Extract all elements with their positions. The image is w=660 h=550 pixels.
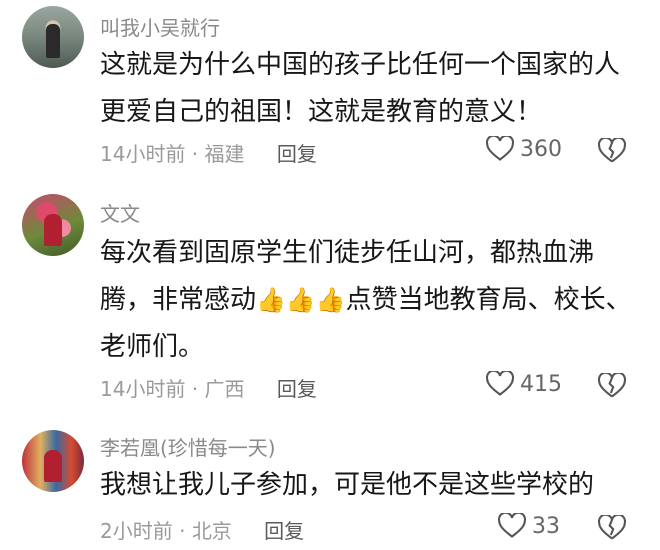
comment-meta: 14小时前 · 广西 回复 [100,373,317,402]
meta-separator: · [185,377,205,401]
like-count: 360 [520,136,562,162]
timestamp: 2小时前 [100,519,173,543]
dislike-button[interactable] [597,371,627,403]
location: 广西 [204,377,245,401]
username[interactable]: 李若凰(珍惜每一天) [100,432,276,461]
avatar[interactable] [22,430,84,492]
comment-text: 每次看到固原学生们徒步任山河，都热血沸腾，非常感动👍👍👍点赞当地教育局、校长、老… [100,230,640,371]
timestamp: 14小时前 [100,377,186,401]
heart-icon [498,513,526,538]
thumbs-up-emoji: 👍👍👍 [256,286,346,314]
comment-text: 这就是为什么中国的孩子比任何一个国家的人更爱自己的祖国！这就是教育的意义！ [100,50,621,127]
reply-button[interactable]: 回复 [277,142,317,166]
comment-meta: 2小时前 · 北京 回复 [100,515,304,544]
avatar[interactable] [22,6,84,68]
avatar-figure [44,214,62,246]
like-button[interactable]: 415 [486,371,562,397]
location: 北京 [191,519,232,543]
avatar-figure [46,24,60,58]
broken-heart-icon [597,371,627,398]
broken-heart-icon [597,136,627,163]
dislike-button[interactable] [597,136,627,168]
like-count: 33 [532,513,560,539]
reply-button[interactable]: 回复 [277,377,317,401]
comment-text: 我想让我儿子参加，可是他不是这些学校的 [100,470,595,500]
heart-icon [486,136,514,161]
username[interactable]: 叫我小吴就行 [100,12,220,41]
timestamp: 14小时前 [100,142,186,166]
location: 福建 [204,142,245,166]
avatar[interactable] [22,194,84,256]
broken-heart-icon [597,513,627,540]
username[interactable]: 文文 [100,198,140,227]
reply-button[interactable]: 回复 [264,519,304,543]
comment-meta: 14小时前 · 福建 回复 [100,138,317,167]
dislike-button[interactable] [597,513,627,545]
avatar-figure [44,450,62,482]
meta-separator: · [185,142,205,166]
like-button[interactable]: 360 [486,136,562,162]
meta-separator: · [172,519,192,543]
like-button[interactable]: 33 [498,513,560,539]
like-count: 415 [520,371,562,397]
heart-icon [486,371,514,396]
